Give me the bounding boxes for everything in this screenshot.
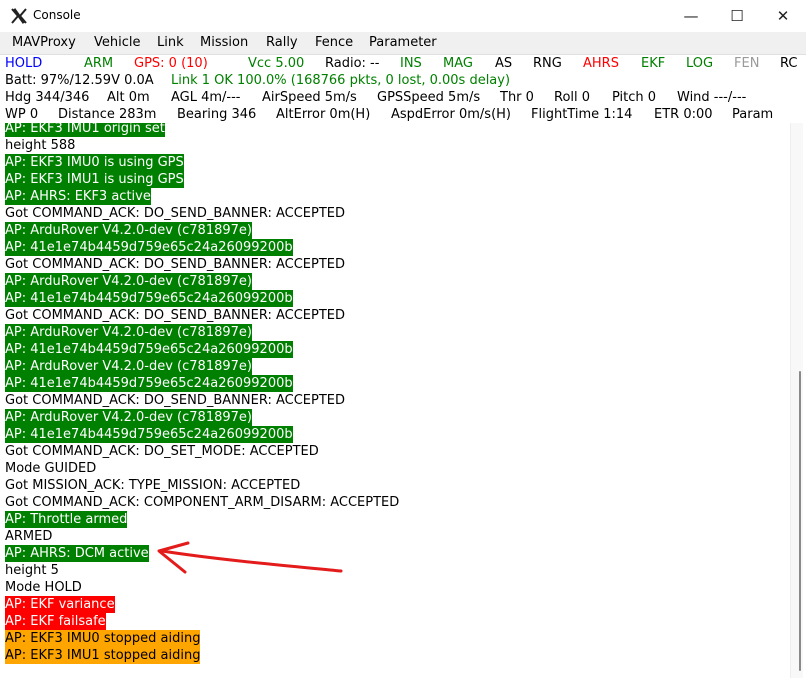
status-log: LOG bbox=[686, 56, 714, 71]
menu-mavproxy[interactable]: MAVProxy bbox=[12, 35, 76, 50]
console-line: AP: EKF3 IMU1 stopped aiding bbox=[5, 647, 201, 664]
status-ahrs: AHRS bbox=[583, 56, 619, 71]
console-line: AP: ArduRover V4.2.0-dev (c781897e) bbox=[5, 324, 252, 341]
console-line: Got COMMAND_ACK: DO_SET_MODE: ACCEPTED bbox=[5, 444, 319, 459]
window-title: Console bbox=[33, 8, 81, 22]
status-link: Link 1 OK 100.0% (168766 pkts, 0 lost, 0… bbox=[171, 73, 511, 88]
status-alt: Alt 0m bbox=[107, 90, 150, 105]
status-distance: Distance 283m bbox=[58, 107, 157, 122]
minimize-button[interactable]: — bbox=[668, 0, 714, 32]
status-heading: Hdg 344/346 bbox=[5, 90, 90, 105]
title-bar: Console — ☐ ✕ bbox=[0, 0, 806, 33]
status-arm: ARM bbox=[84, 56, 114, 71]
console-line: Got MISSION_ACK: TYPE_MISSION: ACCEPTED bbox=[5, 478, 301, 493]
console-line: AP: EKF3 IMU0 is using GPS bbox=[5, 154, 184, 171]
console-line: Got COMMAND_ACK: DO_SEND_BANNER: ACCEPTE… bbox=[5, 206, 346, 221]
console-line: Mode HOLD bbox=[5, 580, 82, 595]
console-line: AP: 41e1e74b4459d759e65c24a26099200b bbox=[5, 426, 293, 443]
menu-bar: MAVProxy Vehicle Link Mission Rally Fenc… bbox=[0, 32, 806, 55]
status-row-link: Batt: 97%/12.59V 0.0A Link 1 OK 100.0% (… bbox=[0, 72, 806, 89]
status-rng: RNG bbox=[533, 56, 562, 71]
console-line: AP: AHRS: DCM active bbox=[5, 545, 149, 562]
status-agl: AGL 4m/--- bbox=[171, 90, 241, 105]
status-as: AS bbox=[495, 56, 513, 71]
console-line: AP: AHRS: EKF3 active bbox=[5, 188, 151, 205]
console-scrollbar[interactable] bbox=[790, 123, 803, 678]
console-line: AP: EKF3 IMU1 is using GPS bbox=[5, 171, 184, 188]
console-line: AP: EKF failsafe bbox=[5, 613, 106, 630]
console-line: AP: 41e1e74b4459d759e65c24a26099200b bbox=[5, 290, 293, 307]
status-row-flags: HOLD ARM GPS: 0 (10) Vcc 5.00 Radio: -- … bbox=[0, 55, 806, 72]
mavproxy-x-icon bbox=[11, 8, 27, 24]
console-line: height 588 bbox=[5, 138, 76, 153]
status-pitch: Pitch 0 bbox=[612, 90, 657, 105]
status-battery: Batt: 97%/12.59V 0.0A bbox=[5, 73, 154, 88]
console-line: Got COMMAND_ACK: DO_SEND_BANNER: ACCEPTE… bbox=[5, 257, 346, 272]
menu-parameter[interactable]: Parameter bbox=[369, 35, 437, 50]
status-flighttime: FlightTime 1:14 bbox=[531, 107, 633, 122]
status-ekf: EKF bbox=[641, 56, 666, 71]
status-airspeed: AirSpeed 5m/s bbox=[262, 90, 357, 105]
menu-mission[interactable]: Mission bbox=[200, 35, 248, 50]
menu-link[interactable]: Link bbox=[157, 35, 184, 50]
status-mag: MAG bbox=[443, 56, 473, 71]
minimize-icon: — bbox=[683, 7, 699, 25]
status-etr: ETR 0:00 bbox=[654, 107, 713, 122]
status-alterror: AltError 0m(H) bbox=[276, 107, 371, 122]
status-wp: WP 0 bbox=[5, 107, 39, 122]
status-wind: Wind ---/--- bbox=[677, 90, 747, 105]
console-line: AP: 41e1e74b4459d759e65c24a26099200b bbox=[5, 239, 293, 256]
maximize-button[interactable]: ☐ bbox=[714, 0, 760, 32]
console-line: Got COMMAND_ACK: DO_SEND_BANNER: ACCEPTE… bbox=[5, 308, 346, 323]
status-rc: RC bbox=[780, 56, 798, 71]
status-throttle: Thr 0 bbox=[500, 90, 534, 105]
status-row-waypoint: WP 0 Distance 283m Bearing 346 AltError … bbox=[0, 106, 806, 123]
status-ins: INS bbox=[400, 56, 422, 71]
console-line: AP: EKF variance bbox=[5, 596, 115, 613]
console-line: height 5 bbox=[5, 563, 59, 578]
close-icon: ✕ bbox=[776, 7, 790, 25]
status-roll: Roll 0 bbox=[554, 90, 591, 105]
scroll-thumb[interactable] bbox=[799, 371, 801, 671]
console-line: Got COMMAND_ACK: DO_SEND_BANNER: ACCEPTE… bbox=[5, 393, 346, 408]
console-line: AP: ArduRover V4.2.0-dev (c781897e) bbox=[5, 358, 252, 375]
status-vcc: Vcc 5.00 bbox=[248, 56, 305, 71]
console-line: AP: ArduRover V4.2.0-dev (c781897e) bbox=[5, 409, 252, 426]
menu-fence[interactable]: Fence bbox=[315, 35, 353, 50]
console-line: AP: ArduRover V4.2.0-dev (c781897e) bbox=[5, 273, 252, 290]
console-line: AP: EKF3 IMU0 stopped aiding bbox=[5, 630, 201, 647]
status-gps: GPS: 0 (10) bbox=[134, 56, 208, 71]
close-button[interactable]: ✕ bbox=[760, 0, 806, 32]
console-line: ARMED bbox=[5, 529, 53, 544]
status-param: Param bbox=[732, 107, 774, 122]
console-line: AP: 41e1e74b4459d759e65c24a26099200b bbox=[5, 341, 293, 358]
status-gpsspeed: GPSSpeed 5m/s bbox=[377, 90, 481, 105]
maximize-icon: ☐ bbox=[730, 7, 744, 25]
console-output[interactable]: AP: EKF3 IMU1 origin set height 588 AP: EK… bbox=[0, 123, 790, 678]
console-line: Got COMMAND_ACK: COMPONENT_ARM_DISARM: A… bbox=[5, 495, 400, 510]
status-mode: HOLD bbox=[5, 56, 43, 71]
status-fen: FEN bbox=[734, 56, 760, 71]
menu-rally[interactable]: Rally bbox=[266, 35, 298, 50]
status-radio: Radio: -- bbox=[325, 56, 380, 71]
status-row-nav: Hdg 344/346 Alt 0m AGL 4m/--- AirSpeed 5… bbox=[0, 89, 806, 106]
menu-vehicle[interactable]: Vehicle bbox=[94, 35, 141, 50]
status-bearing: Bearing 346 bbox=[177, 107, 257, 122]
console-line: AP: EKF3 IMU1 origin set bbox=[5, 123, 165, 137]
console-line: AP: Throttle armed bbox=[5, 511, 128, 528]
console-line: AP: 41e1e74b4459d759e65c24a26099200b bbox=[5, 375, 293, 392]
console-line: AP: ArduRover V4.2.0-dev (c781897e) bbox=[5, 222, 252, 239]
status-aspderror: AspdError 0m/s(H) bbox=[391, 107, 511, 122]
console-line: Mode GUIDED bbox=[5, 461, 97, 476]
